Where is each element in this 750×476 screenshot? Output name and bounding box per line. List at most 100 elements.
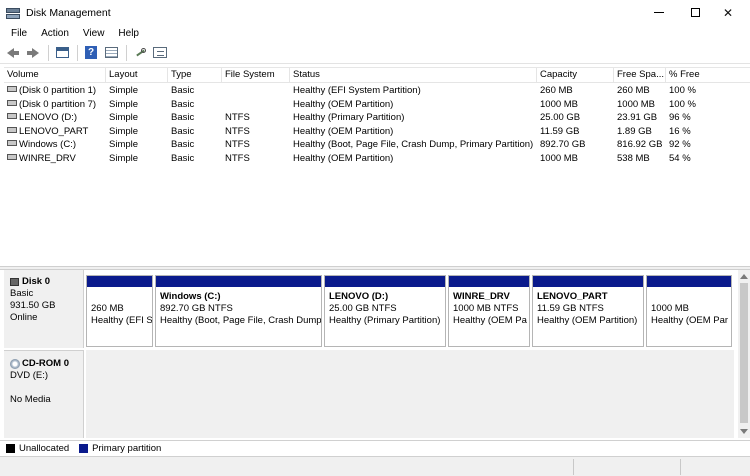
volume-row[interactable]: Windows (C:) Simple Basic NTFS Healthy (… — [4, 138, 750, 152]
column-header-layout[interactable]: Layout — [106, 68, 168, 83]
volume-file-system: NTFS — [225, 125, 250, 137]
column-header-capacity[interactable]: Capacity — [537, 68, 614, 83]
volume-status: Healthy (OEM Partition) — [293, 152, 394, 164]
window-title: Disk Management — [26, 6, 111, 19]
scroll-down-icon[interactable] — [740, 429, 748, 434]
volume-status: Healthy (Boot, Page File, Crash Dump, Pr… — [293, 139, 534, 150]
column-header-type[interactable]: Type — [168, 68, 222, 83]
volume-free-space: 1000 MB — [617, 98, 656, 110]
connect-icon — [134, 47, 147, 59]
volume-percent-free: 100 % — [669, 85, 696, 96]
properties-icon — [104, 47, 118, 58]
console-tree-button[interactable] — [53, 44, 71, 62]
console-tree-icon — [55, 47, 69, 58]
toolbar-separator — [48, 44, 49, 61]
cdrom0-name: CD-ROM 0 — [22, 358, 69, 369]
volume-type: Basic — [171, 139, 195, 150]
volume-icon — [7, 140, 17, 147]
disk0-label[interactable]: Disk 0 Basic 931.50 GB Online — [4, 272, 84, 324]
close-icon: ✕ — [722, 5, 734, 20]
partition-size: 11.59 GB NTFS — [537, 303, 604, 314]
column-header-free-space[interactable]: Free Spa... — [614, 68, 666, 83]
toolbar-separator — [77, 44, 78, 61]
partition-name: WINRE_DRV — [453, 291, 510, 302]
primary-partition-bar — [533, 276, 643, 287]
column-header-status[interactable]: Status — [290, 68, 537, 83]
volume-name: (Disk 0 partition 7) — [19, 98, 97, 110]
back-button[interactable] — [4, 44, 22, 62]
volume-layout: Simple — [109, 98, 139, 110]
volume-type: Basic — [171, 125, 195, 137]
volume-type: Basic — [171, 98, 195, 110]
partition-lenovo-part[interactable]: LENOVO_PART 11.59 GB NTFS Healthy (OEM P… — [532, 275, 644, 347]
cdrom0-drive: DVD (E:) — [10, 370, 48, 381]
legend-item-unallocated: Unallocated — [6, 443, 69, 454]
unallocated-swatch — [6, 444, 15, 453]
column-header-percent-free[interactable]: % Free — [666, 68, 750, 83]
menu-file[interactable]: File — [4, 28, 34, 39]
volume-capacity: 1000 MB — [540, 152, 579, 164]
list-view-button[interactable] — [151, 44, 169, 62]
cdrom0-label[interactable]: CD-ROM 0 DVD (E:) No Media — [4, 354, 84, 406]
partition-status: Healthy (OEM Par — [651, 315, 729, 326]
volume-layout: Simple — [109, 85, 139, 96]
list-view-icon — [153, 47, 167, 58]
back-icon — [7, 47, 19, 58]
partition-size: 25.00 GB NTFS — [329, 303, 397, 314]
volume-type: Basic — [171, 112, 195, 123]
volume-status: Healthy (EFI System Partition) — [293, 85, 421, 96]
volume-percent-free: 54 % — [669, 152, 691, 164]
volume-status: Healthy (OEM Partition) — [293, 98, 394, 110]
menu-help[interactable]: Help — [111, 28, 146, 39]
primary-partition-bar — [87, 276, 152, 287]
graphical-view-scrollbar[interactable] — [738, 270, 750, 438]
column-header-volume[interactable]: Volume — [4, 68, 106, 83]
partition-oem[interactable]: 1000 MB Healthy (OEM Par — [646, 275, 732, 347]
partition-name — [651, 291, 727, 303]
disk-icon — [10, 278, 19, 286]
volume-icon — [7, 153, 17, 160]
volume-status: Healthy (OEM Partition) — [293, 125, 394, 137]
volume-list-header: Volume Layout Type File System Status Ca… — [4, 68, 750, 83]
partition-lenovo-d[interactable]: LENOVO (D:) 25.00 GB NTFS Healthy (Prima… — [324, 275, 446, 347]
partition-status: Healthy (Primary Partition) — [329, 315, 441, 326]
volume-icon — [7, 86, 17, 93]
title-bar: Disk Management ✕ — [0, 0, 750, 25]
disk-management-icon — [6, 7, 20, 19]
volume-capacity: 25.00 GB — [540, 112, 581, 123]
volume-type: Basic — [171, 152, 195, 164]
volume-icon — [7, 126, 17, 133]
disk0-type: Basic — [10, 288, 34, 299]
menu-bar: File Action View Help — [0, 25, 750, 42]
volume-row[interactable]: LENOVO_PART Simple Basic NTFS Healthy (O… — [4, 125, 750, 139]
volume-row[interactable]: (Disk 0 partition 1) Simple Basic Health… — [4, 84, 750, 98]
disk0-size: 931.50 GB — [10, 300, 56, 311]
close-button[interactable]: ✕ — [705, 0, 750, 25]
partition-efi[interactable]: 260 MB Healthy (EFI S — [86, 275, 153, 347]
volume-icon — [7, 113, 17, 120]
column-header-file-system[interactable]: File System — [222, 68, 290, 83]
volume-row[interactable]: LENOVO (D:) Simple Basic NTFS Healthy (P… — [4, 111, 750, 125]
disk0-name: Disk 0 — [22, 276, 50, 287]
partition-status: Healthy (Boot, Page File, Crash Dump — [160, 315, 321, 326]
scroll-up-icon[interactable] — [740, 274, 748, 279]
scroll-thumb[interactable] — [740, 283, 748, 423]
cdrom0-empty-area — [86, 350, 734, 438]
help-button[interactable]: ? — [82, 44, 100, 62]
partition-size: 1000 MB NTFS — [453, 303, 519, 314]
volume-file-system: NTFS — [225, 152, 250, 164]
connect-button[interactable] — [131, 44, 149, 62]
partition-winre[interactable]: WINRE_DRV 1000 MB NTFS Healthy (OEM Pa — [448, 275, 530, 347]
volume-layout: Simple — [109, 139, 139, 150]
volume-layout: Simple — [109, 112, 139, 123]
volume-row[interactable]: (Disk 0 partition 7) Simple Basic Health… — [4, 98, 750, 112]
partition-name: LENOVO (D:) — [329, 291, 389, 302]
properties-button[interactable] — [102, 44, 120, 62]
partition-windows-c[interactable]: Windows (C:) 892.70 GB NTFS Healthy (Boo… — [155, 275, 322, 347]
volume-row[interactable]: WINRE_DRV Simple Basic NTFS Healthy (OEM… — [4, 152, 750, 166]
menu-action[interactable]: Action — [34, 28, 76, 39]
forward-button[interactable] — [24, 44, 42, 62]
toolbar: ? — [0, 42, 750, 64]
menu-view[interactable]: View — [76, 28, 112, 39]
volume-type: Basic — [171, 85, 195, 96]
